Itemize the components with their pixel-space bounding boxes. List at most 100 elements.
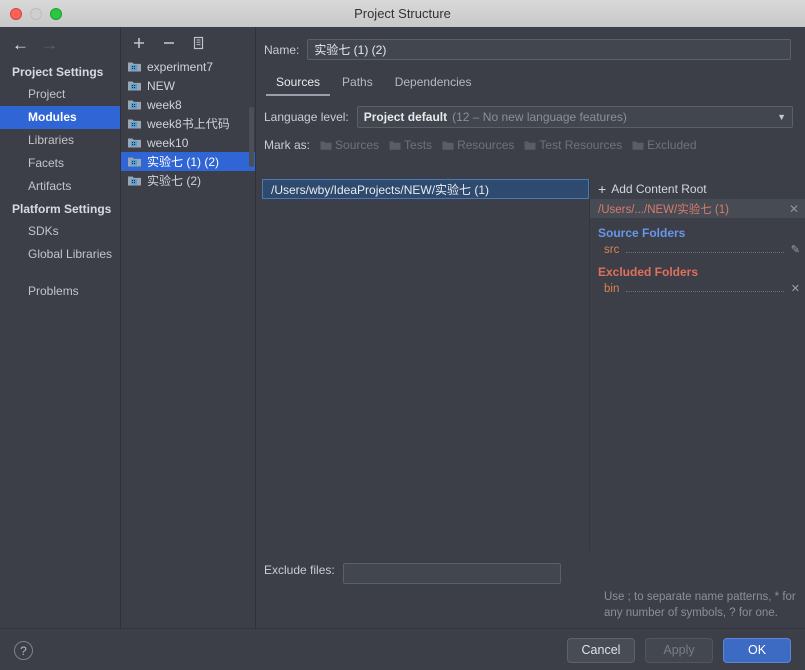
mark-as-tests-label: Tests: [404, 138, 433, 152]
row-dots: [626, 282, 784, 292]
arrow-left-icon[interactable]: ←: [12, 36, 29, 53]
module-list-item[interactable]: NEW: [121, 76, 255, 95]
tests-folder-icon: [389, 140, 401, 151]
exclude-files-input[interactable]: [342, 563, 561, 584]
sidebar-group-platform-settings: Platform Settings: [12, 202, 112, 216]
mark-as-excluded-button: Excluded: [632, 138, 697, 152]
module-list-item-label: experiment7: [147, 59, 214, 74]
window-controls: [10, 7, 62, 20]
mark-as-excluded-label: Excluded: [647, 138, 697, 152]
content-root-header: /Users/.../NEW/实验七 (1) ✕: [590, 199, 805, 218]
apply-button[interactable]: Apply: [645, 637, 713, 663]
remove-icon[interactable]: [161, 35, 177, 51]
excluded-folder-icon: [632, 140, 644, 151]
module-icon: [127, 117, 142, 130]
content-root-path-row[interactable]: /Users/wby/IdeaProjects/NEW/实验七 (1): [262, 179, 589, 199]
chevron-down-icon: ▼: [777, 112, 786, 122]
exclude-files-hint: Use ; to separate name patterns, * for a…: [604, 591, 796, 619]
module-list-item[interactable]: 实验七 (2): [121, 171, 255, 190]
add-icon[interactable]: [131, 35, 147, 51]
mark-as-row: Mark as: Sources Tests Resources Test Re…: [256, 128, 805, 152]
module-list-item-label: week8书上代码: [147, 117, 230, 131]
close-icon[interactable]: ✕: [791, 282, 800, 295]
module-list-item[interactable]: week10: [121, 133, 255, 152]
modules-list-panel: experiment7 NEW week8 week8书上代码 week10 实…: [121, 27, 256, 628]
ok-button[interactable]: OK: [723, 637, 791, 663]
mark-as-tests-button: Tests: [389, 138, 432, 152]
module-icon: [127, 60, 142, 73]
test-resources-folder-icon: [524, 140, 536, 151]
excluded-folders-title: Excluded Folders: [598, 265, 699, 279]
edit-pencil-icon[interactable]: ✎: [791, 243, 800, 256]
mark-as-test-resources-button: Test Resources: [524, 138, 622, 152]
exclude-files-row: Exclude files:: [264, 563, 799, 584]
language-level-label: Language level:: [264, 110, 349, 124]
content-root-header-label: /Users/.../NEW/实验七 (1): [598, 203, 729, 216]
sidebar-group-project-settings: Project Settings: [12, 65, 104, 79]
window-titlebar: Project Structure: [0, 0, 805, 28]
sidebar-nav: ← →: [0, 27, 120, 61]
source-folder-name: src: [604, 243, 620, 256]
cancel-button[interactable]: Cancel: [567, 637, 635, 663]
excluded-folder-row[interactable]: bin ✕: [590, 281, 805, 296]
modules-scrollbar[interactable]: [249, 107, 254, 167]
sidebar-item-problems[interactable]: Problems: [0, 280, 120, 303]
editor-tabs: Sources Paths Dependencies: [266, 72, 805, 96]
module-list-item-label: week8: [147, 97, 182, 112]
module-list-item[interactable]: experiment7: [121, 57, 255, 76]
module-name-input[interactable]: 实验七 (1) (2): [307, 39, 791, 60]
module-list-item-label: NEW: [147, 78, 175, 93]
tab-paths[interactable]: Paths: [332, 73, 383, 96]
module-list-item-label: 实验七 (1) (2): [147, 155, 220, 169]
window-title: Project Structure: [354, 6, 451, 21]
add-content-root-label: Add Content Root: [611, 182, 707, 196]
module-list-item-label: week10: [147, 135, 189, 150]
tab-dependencies[interactable]: Dependencies: [385, 73, 482, 96]
mark-as-test-resources-label: Test Resources: [539, 138, 623, 152]
minimize-window-button[interactable]: [30, 7, 42, 20]
close-window-button[interactable]: [10, 7, 22, 20]
module-list-item[interactable]: week8: [121, 95, 255, 114]
sidebar-item-global-libraries[interactable]: Global Libraries: [0, 243, 120, 266]
language-level-dropdown[interactable]: Project default (12 – No new language fe…: [356, 106, 793, 128]
tab-sources[interactable]: Sources: [266, 73, 331, 96]
language-level-value: Project default: [363, 110, 448, 124]
project-structure-dialog: Project Structure ← → Project Settings P…: [0, 0, 805, 670]
module-icon: [127, 174, 142, 187]
module-list-item-label: 实验七 (2): [147, 174, 202, 188]
sidebar-item-libraries[interactable]: Libraries: [0, 129, 120, 152]
sidebar-item-sdks[interactable]: SDKs: [0, 220, 120, 243]
help-icon[interactable]: ?: [14, 640, 33, 660]
module-icon: [127, 155, 142, 168]
sidebar-item-artifacts[interactable]: Artifacts: [0, 175, 120, 198]
exclude-files-label: Exclude files:: [264, 563, 335, 577]
resources-folder-icon: [442, 140, 454, 151]
sidebar-item-project[interactable]: Project: [0, 83, 120, 106]
modules-toolbar: [121, 27, 255, 57]
content-roots-area: /Users/wby/IdeaProjects/NEW/实验七 (1) + Ad…: [256, 179, 805, 551]
module-editor-panel: Name: 实验七 (1) (2) Sources Paths Dependen…: [256, 27, 805, 628]
mark-as-resources-label: Resources: [457, 138, 515, 152]
module-list-item-selected[interactable]: 实验七 (1) (2): [121, 152, 255, 171]
plus-icon: +: [598, 181, 607, 197]
content-root-tree: /Users/wby/IdeaProjects/NEW/实验七 (1): [262, 179, 589, 551]
arrow-right-icon: →: [41, 34, 58, 54]
language-level-detail: (12 – No new language features): [452, 110, 627, 124]
name-label: Name:: [264, 42, 300, 57]
sidebar-item-modules[interactable]: Modules: [0, 106, 120, 129]
close-icon[interactable]: ✕: [789, 202, 805, 216]
sidebar-item-facets[interactable]: Facets: [0, 152, 120, 175]
dialog-footer: ? Cancel Apply OK: [0, 628, 805, 670]
source-folders-title: Source Folders: [598, 226, 686, 240]
module-list-item[interactable]: week8书上代码: [121, 114, 255, 133]
source-folder-row[interactable]: src ✎: [590, 242, 805, 257]
mark-as-sources-label: Sources: [335, 138, 380, 152]
footer-buttons: Cancel Apply OK: [567, 637, 791, 663]
row-dots: [626, 243, 784, 253]
zoom-window-button[interactable]: [50, 7, 62, 20]
add-content-root-button[interactable]: + Add Content Root: [590, 179, 805, 199]
module-icon: [127, 98, 142, 111]
copy-icon[interactable]: [191, 35, 207, 51]
excluded-folder-name: bin: [604, 282, 620, 295]
